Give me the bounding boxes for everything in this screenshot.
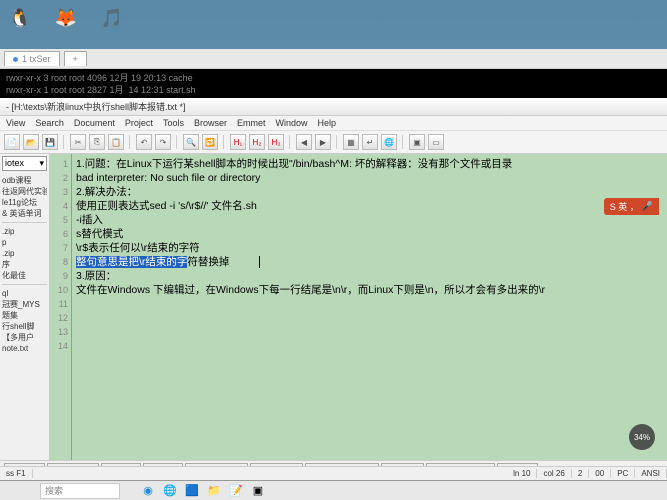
list-item[interactable]: & 英语单词 bbox=[2, 208, 47, 219]
list-item[interactable]: 序 bbox=[2, 259, 47, 270]
tool-cut-icon[interactable]: ✂ bbox=[70, 134, 86, 150]
menu-emmet[interactable]: Emmet bbox=[237, 118, 266, 128]
sidebar: iotex▾ odb课程 往返网代实验 le11g论坛 & 英语单词 .zip … bbox=[0, 154, 50, 460]
menu-search[interactable]: Search bbox=[35, 118, 64, 128]
terminal-window: 1 txSer + rwxr-xr-x 3 root root 4096 12月… bbox=[0, 49, 667, 99]
statusbar: ss F1 ln 10 col 26 2 00 PC ANSI bbox=[0, 466, 667, 480]
app-icon-music[interactable]: 🎵 bbox=[98, 4, 126, 32]
list-item[interactable]: .zip bbox=[2, 226, 47, 237]
menu-browser[interactable]: Browser bbox=[194, 118, 227, 128]
app-icon-qq[interactable]: 🐧 bbox=[6, 4, 34, 32]
tool-save-icon[interactable]: 💾 bbox=[42, 134, 58, 150]
mic-icon: 🎤 bbox=[642, 201, 653, 212]
menu-document[interactable]: Document bbox=[74, 118, 115, 128]
tool-win-icon[interactable]: ▭ bbox=[428, 134, 444, 150]
status-sel: 2 bbox=[572, 469, 589, 478]
menu-project[interactable]: Project bbox=[125, 118, 153, 128]
list-item[interactable]: 【多用户 bbox=[2, 332, 47, 343]
text-cursor bbox=[259, 256, 260, 268]
menubar: View Search Document Project Tools Brows… bbox=[0, 116, 667, 131]
sidebar-selector[interactable]: iotex▾ bbox=[2, 156, 47, 171]
tool-redo-icon[interactable]: ↷ bbox=[155, 134, 171, 150]
list-item[interactable]: 化最佳 bbox=[2, 270, 47, 281]
tool-open-icon[interactable]: 📂 bbox=[23, 134, 39, 150]
menu-help[interactable]: Help bbox=[318, 118, 337, 128]
taskbar-editor-icon[interactable]: 📝 bbox=[228, 483, 244, 499]
taskbar-vm-icon[interactable]: ▣ bbox=[250, 483, 266, 499]
tool-col-icon[interactable]: ▦ bbox=[343, 134, 359, 150]
status-ln: ln 10 bbox=[507, 469, 537, 478]
taskbar-folder-icon[interactable]: 📁 bbox=[206, 483, 222, 499]
list-item[interactable]: 往返网代实验 bbox=[2, 186, 47, 197]
edit-area[interactable]: 1234567891011121314 1.问题：在Linux下运行某shell… bbox=[50, 154, 667, 460]
search-input[interactable]: 搜索 bbox=[40, 483, 120, 499]
status-enc: PC bbox=[611, 469, 635, 478]
tool-wrap-icon[interactable]: ↵ bbox=[362, 134, 378, 150]
sidebar-list: odb课程 往返网代实验 le11g论坛 & 英语单词 .zip p .zip … bbox=[0, 173, 49, 356]
windows-taskbar: 搜索 ◉ 🌐 🟦 📁 📝 ▣ bbox=[0, 480, 667, 500]
list-item[interactable]: le11g论坛 bbox=[2, 197, 47, 208]
terminal-tabbar: 1 txSer + bbox=[0, 49, 667, 69]
tool-copy-icon[interactable]: ⎘ bbox=[89, 134, 105, 150]
tool-search-icon[interactable]: 🔍 bbox=[183, 134, 199, 150]
status-help: ss F1 bbox=[0, 469, 33, 478]
tool-right-icon[interactable]: ▶ bbox=[315, 134, 331, 150]
tool-new-icon[interactable]: 📄 bbox=[4, 134, 20, 150]
tool-left-icon[interactable]: ◀ bbox=[296, 134, 312, 150]
list-item[interactable]: odb课程 bbox=[2, 175, 47, 186]
text-content[interactable]: 1.问题：在Linux下运行某shell脚本的时候出现"/bin/bash^M:… bbox=[72, 154, 667, 460]
tool-browser-icon[interactable]: 🌐 bbox=[381, 134, 397, 150]
status-eol: ANSI bbox=[635, 469, 667, 478]
chevron-down-icon: ▾ bbox=[39, 158, 44, 169]
list-item[interactable]: 题集 bbox=[2, 310, 47, 321]
tool-h1-icon[interactable]: H₁ bbox=[230, 134, 246, 150]
list-item[interactable]: 行shell脚 bbox=[2, 321, 47, 332]
app-icon-firefox[interactable]: 🦊 bbox=[52, 4, 80, 32]
taskbar-chrome-icon[interactable]: 🌐 bbox=[162, 483, 178, 499]
list-item[interactable]: 冠赛_MYS bbox=[2, 299, 47, 310]
menu-window[interactable]: Window bbox=[275, 118, 307, 128]
taskbar-edge-icon[interactable]: ◉ bbox=[140, 483, 156, 499]
tool-h3-icon[interactable]: H₃ bbox=[268, 134, 284, 150]
line-gutter: 1234567891011121314 bbox=[50, 154, 72, 460]
terminal-tab[interactable]: 1 txSer bbox=[4, 51, 60, 66]
tool-paste-icon[interactable]: 📋 bbox=[108, 134, 124, 150]
status-pos: 00 bbox=[589, 469, 611, 478]
editor-window: - [H:\texts\新浪linux中执行shell脚本报错.txt *] V… bbox=[0, 98, 667, 480]
terminal-newtab[interactable]: + bbox=[64, 51, 87, 66]
list-item[interactable]: ql bbox=[2, 288, 47, 299]
list-item[interactable]: .zip bbox=[2, 248, 47, 259]
tool-term-icon[interactable]: ▣ bbox=[409, 134, 425, 150]
menu-tools[interactable]: Tools bbox=[163, 118, 184, 128]
zoom-indicator[interactable]: 34% bbox=[629, 424, 655, 450]
menu-view[interactable]: View bbox=[6, 118, 25, 128]
terminal-output: rwxr-xr-x 3 root root 4096 12月 19 20:13 … bbox=[0, 69, 667, 99]
list-item[interactable]: note.txt bbox=[2, 343, 47, 354]
tool-undo-icon[interactable]: ↶ bbox=[136, 134, 152, 150]
tool-replace-icon[interactable]: 🔁 bbox=[202, 134, 218, 150]
status-col: col 26 bbox=[537, 469, 571, 478]
editor-title: - [H:\texts\新浪linux中执行shell脚本报错.txt *] bbox=[0, 98, 667, 116]
list-item[interactable]: p bbox=[2, 237, 47, 248]
toolbar: 📄 📂 💾 ✂ ⎘ 📋 ↶ ↷ 🔍 🔁 H₁ H₂ H₃ ◀ ▶ ▦ ↵ 🌐 bbox=[0, 131, 667, 154]
tool-h2-icon[interactable]: H₂ bbox=[249, 134, 265, 150]
ime-indicator[interactable]: S 英 ，🎤 bbox=[604, 198, 659, 215]
taskbar-app-icon[interactable]: 🟦 bbox=[184, 483, 200, 499]
